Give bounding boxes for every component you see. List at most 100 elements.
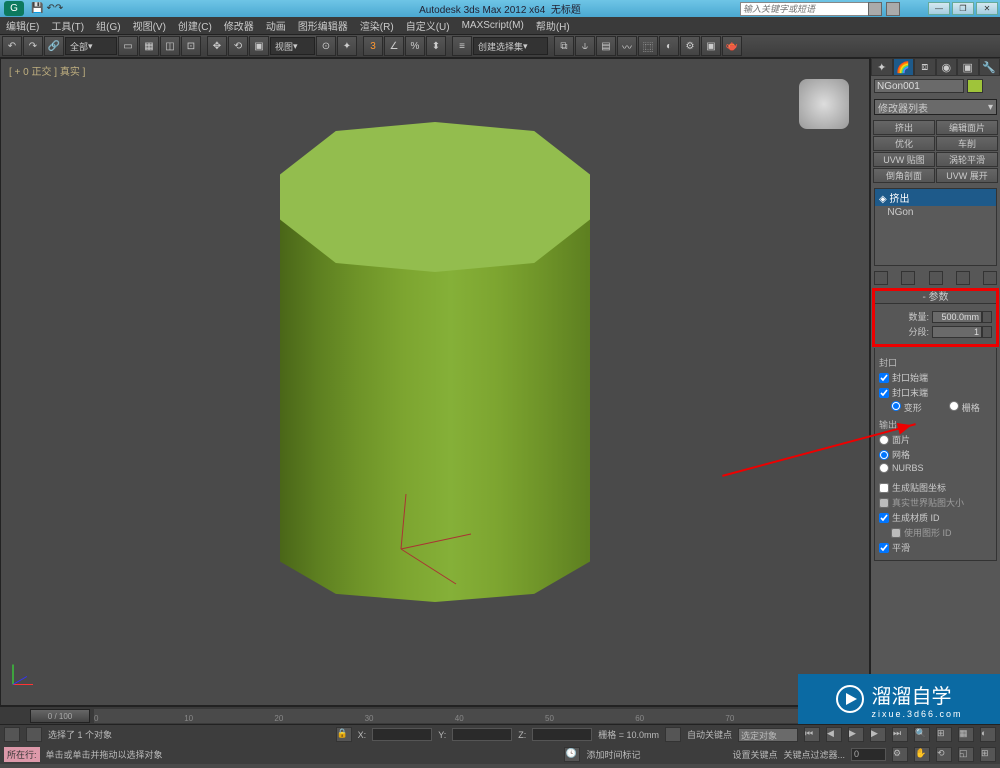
rollout-header[interactable]: - 参数 [874, 290, 997, 304]
coord-x-input[interactable] [372, 728, 432, 741]
stack-pin-icon[interactable] [874, 271, 888, 285]
tab-hierarchy-icon[interactable]: ⧈ [914, 58, 936, 76]
angle-snap[interactable]: ∠ [384, 36, 404, 56]
grid-radio[interactable] [949, 401, 959, 411]
keyfilter-button[interactable]: 关键点过滤器... [783, 748, 845, 761]
key-filter-combo[interactable]: 选定对象 [738, 728, 798, 742]
frame-input[interactable] [851, 748, 886, 761]
tab-motion-icon[interactable]: ◉ [936, 58, 958, 76]
scale-button[interactable]: ▣ [249, 36, 269, 56]
realworld-checkbox[interactable] [879, 498, 889, 508]
morph-radio[interactable] [891, 401, 901, 411]
menu-tools[interactable]: 工具(T) [45, 18, 90, 33]
smooth-checkbox[interactable] [879, 543, 889, 553]
tab-modify-icon[interactable]: 🌈 [893, 58, 915, 76]
fov-icon[interactable]: ◐ [980, 727, 996, 742]
menu-graph[interactable]: 图形编辑器 [292, 18, 354, 33]
menu-customize[interactable]: 自定义(U) [400, 18, 456, 33]
menu-help[interactable]: 帮助(H) [530, 18, 576, 33]
window-crossing-button[interactable]: ⊡ [181, 36, 201, 56]
menu-render[interactable]: 渲染(R) [354, 18, 400, 33]
maximize-button[interactable]: ❐ [952, 2, 974, 15]
mod-uvwmap-button[interactable]: UVW 贴图 [873, 152, 935, 167]
tab-create-icon[interactable]: ✦ [871, 58, 893, 76]
mod-unwrap-button[interactable]: UVW 展开 [936, 168, 998, 183]
move-button[interactable]: ✥ [207, 36, 227, 56]
modifier-list-combo[interactable]: 修改器列表▾ [874, 99, 997, 115]
play-stepback-icon[interactable]: ◀ [826, 727, 842, 742]
lock-selection-icon[interactable]: 🔒 [336, 727, 352, 742]
coord-z-input[interactable] [532, 728, 592, 741]
select-region-button[interactable]: ◫ [160, 36, 180, 56]
infocenter-icon[interactable] [868, 2, 882, 16]
close-button[interactable]: ✕ [976, 2, 998, 15]
undo-button[interactable]: ↶ [2, 36, 22, 56]
menu-view[interactable]: 视图(V) [127, 18, 172, 33]
stack-remove-icon[interactable] [956, 271, 970, 285]
curve-editor-button[interactable]: 〰 [617, 36, 637, 56]
useshape-checkbox[interactable] [891, 528, 901, 538]
segments-spinner[interactable] [982, 326, 992, 338]
select-button[interactable]: ▭ [118, 36, 138, 56]
viewport[interactable]: [ + 0 正交 ] 真实 ] [0, 58, 870, 706]
quick-redo-icon[interactable]: ↷ [55, 3, 63, 14]
time-slider-thumb[interactable]: 0 / 100 [30, 709, 90, 723]
mesh-radio[interactable] [879, 450, 889, 460]
amount-spinner[interactable] [982, 311, 992, 323]
add-time-tag[interactable]: 添加时间标记 [586, 748, 640, 761]
viewcube-icon[interactable] [799, 79, 849, 129]
viewport-grid-icon[interactable]: ⊞ [980, 747, 996, 762]
stack-showend-icon[interactable] [901, 271, 915, 285]
tab-utilities-icon[interactable]: 🔧 [979, 58, 1000, 76]
help-search-input[interactable] [740, 2, 880, 16]
time-tag-icon[interactable]: 🕓 [564, 747, 580, 762]
manip-button[interactable]: ✦ [337, 36, 357, 56]
layer-button[interactable]: ▤ [596, 36, 616, 56]
redo-button[interactable]: ↷ [23, 36, 43, 56]
genmap-checkbox[interactable] [879, 483, 889, 493]
snap-toggle[interactable]: 3 [363, 36, 383, 56]
script-mini-icon[interactable] [26, 727, 42, 742]
spinner-snap[interactable]: ⬍ [426, 36, 446, 56]
align-button[interactable]: ⫝ [575, 36, 595, 56]
pan-icon[interactable]: ✋ [914, 747, 930, 762]
time-config-icon[interactable]: ⚙ [892, 747, 908, 762]
play-button-icon[interactable]: ▶ [848, 727, 864, 742]
percent-snap[interactable]: % [405, 36, 425, 56]
amount-input[interactable] [932, 311, 982, 323]
object-color-swatch[interactable] [967, 79, 983, 93]
genmat-checkbox[interactable] [879, 513, 889, 523]
play-prev-icon[interactable]: ⏮ [804, 727, 820, 742]
pivot-button[interactable]: ⊙ [316, 36, 336, 56]
object-name-input[interactable] [874, 79, 964, 93]
selection-filter-combo[interactable]: 全部 ▾ [65, 37, 117, 55]
named-sel-combo[interactable]: 创建选择集 ▾ [473, 37, 548, 55]
menu-maxscript[interactable]: MAXScript(M) [456, 20, 530, 31]
setkey-button[interactable]: 设置关键点 [732, 748, 777, 761]
schematic-button[interactable]: ⿴ [638, 36, 658, 56]
menu-group[interactable]: 组(G) [90, 18, 126, 33]
render-frame-button[interactable]: ▣ [701, 36, 721, 56]
segments-input[interactable] [932, 326, 982, 338]
quick-save-icon[interactable]: 💾 [31, 3, 43, 14]
mod-editpatch-button[interactable]: 编辑面片 [936, 120, 998, 135]
zoom-all-icon[interactable]: ⊞ [936, 727, 952, 742]
stack-unique-icon[interactable] [929, 271, 943, 285]
link-button[interactable]: 🔗 [44, 36, 64, 56]
zoom-icon[interactable]: 🔍 [914, 727, 930, 742]
coord-y-input[interactable] [452, 728, 512, 741]
mod-extrude-button[interactable]: 挤出 [873, 120, 935, 135]
menu-modifiers[interactable]: 修改器 [218, 18, 260, 33]
rotate-button[interactable]: ⟲ [228, 36, 248, 56]
material-button[interactable]: ◐ [659, 36, 679, 56]
modifier-stack[interactable]: ◈ 挤出 NGon [874, 188, 997, 266]
named-sel-button[interactable]: ≡ [452, 36, 472, 56]
menu-create[interactable]: 创建(C) [172, 18, 218, 33]
stack-config-icon[interactable] [983, 271, 997, 285]
autokey-toggle-icon[interactable] [665, 727, 681, 742]
stack-item-extrude[interactable]: ◈ 挤出 [875, 189, 996, 206]
app-logo-icon[interactable]: G [4, 1, 24, 16]
script-listener-icon[interactable] [4, 727, 20, 742]
mod-optimize-button[interactable]: 优化 [873, 136, 935, 151]
mirror-button[interactable]: ⧉ [554, 36, 574, 56]
